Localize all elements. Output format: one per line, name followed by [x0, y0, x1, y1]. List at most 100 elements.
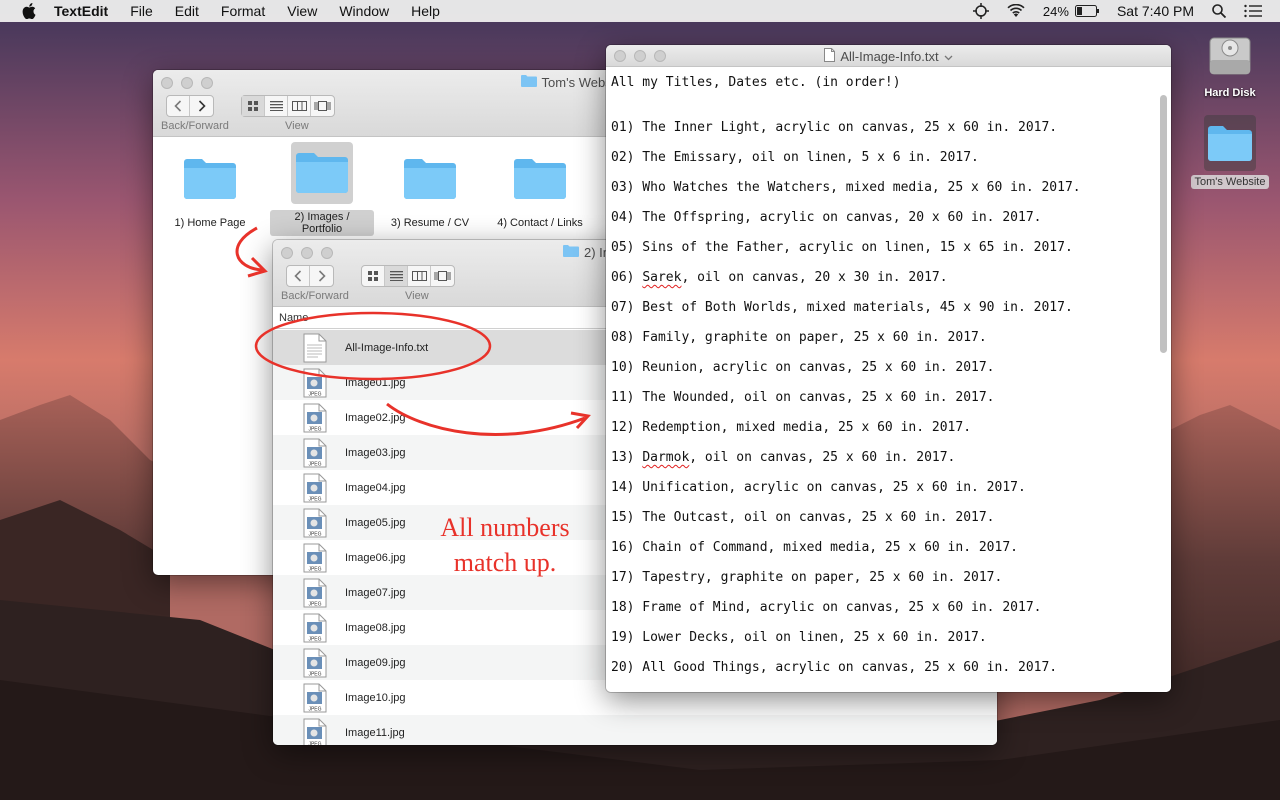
- jpeg-file-icon: JPEG: [303, 508, 327, 541]
- menu-help[interactable]: Help: [411, 3, 440, 19]
- folder-icon: [291, 142, 353, 204]
- folder-icon: [520, 74, 537, 90]
- svg-text:JPEG: JPEG: [308, 637, 321, 643]
- textedit-window: All-Image-Info.txt All my Titles, Dates …: [606, 45, 1171, 692]
- menu-format[interactable]: Format: [221, 3, 265, 19]
- document-line: 05) Sins of the Father, acrylic on linen…: [611, 240, 1073, 255]
- document-line: 02) The Emissary, oil on linen, 5 x 6 in…: [611, 150, 979, 165]
- hard-disk-icon: [1190, 30, 1270, 83]
- back-forward-control: [166, 95, 214, 117]
- annotation-line-2: match up.: [453, 548, 557, 577]
- battery-percent: 24%: [1042, 3, 1069, 19]
- document-line: 04) The Offspring, acrylic on canvas, 20…: [611, 210, 1042, 225]
- vertical-scrollbar[interactable]: [1160, 95, 1167, 353]
- window-title-text: All-Image-Info.txt: [840, 49, 939, 64]
- jpeg-file-icon: JPEG: [303, 578, 327, 611]
- folder-label: 4) Contact / Links: [497, 217, 583, 229]
- document-line: 20) All Good Things, acrylic on canvas, …: [611, 660, 1058, 675]
- gallery-view-button[interactable]: [431, 266, 454, 286]
- file-name: Image09.jpg: [345, 656, 406, 669]
- close-button[interactable]: [281, 247, 293, 259]
- list-view-button[interactable]: [385, 266, 408, 286]
- svg-text:JPEG: JPEG: [308, 462, 321, 468]
- document-line: 15) The Outcast, oil on canvas, 25 x 60 …: [611, 510, 995, 525]
- forward-button[interactable]: [190, 96, 213, 116]
- chevron-down-icon[interactable]: [944, 49, 953, 64]
- wifi-icon[interactable]: [1007, 4, 1025, 18]
- window-title[interactable]: All-Image-Info.txt: [606, 48, 1171, 65]
- menu-window[interactable]: Window: [339, 3, 389, 19]
- folder-icon: [509, 148, 571, 210]
- folder-home-page[interactable]: 1) Home Page: [160, 148, 260, 230]
- file-row[interactable]: JPEG Image11.jpg: [273, 715, 997, 745]
- desktop-icon-toms-website[interactable]: Tom's Website: [1190, 115, 1270, 190]
- view-caption: View: [405, 290, 429, 302]
- folder-icon: [1204, 115, 1256, 171]
- zoom-button[interactable]: [321, 247, 333, 259]
- svg-text:JPEG: JPEG: [308, 392, 321, 398]
- minimize-button[interactable]: [301, 247, 313, 259]
- menu-app-name[interactable]: TextEdit: [54, 3, 108, 19]
- back-button[interactable]: [167, 96, 190, 116]
- jpeg-file-icon: JPEG: [303, 718, 327, 745]
- column-view-button[interactable]: [408, 266, 431, 286]
- document-line: 06) Sarek, oil on canvas, 20 x 30 in. 20…: [611, 270, 948, 285]
- menu-file[interactable]: File: [130, 3, 153, 19]
- jpeg-file-icon: JPEG: [303, 438, 327, 471]
- folder-contact-links[interactable]: 4) Contact / Links: [490, 148, 590, 230]
- jpeg-file-icon: JPEG: [303, 543, 327, 576]
- misspelled-word: Darmok: [642, 450, 690, 465]
- notification-center-icon[interactable]: [1244, 4, 1262, 18]
- icon-view-button[interactable]: [242, 96, 265, 116]
- svg-text:JPEG: JPEG: [308, 707, 321, 713]
- gallery-view-button[interactable]: [311, 96, 334, 116]
- document-line: 01) The Inner Light, acrylic on canvas, …: [611, 120, 1058, 135]
- document-line: 14) Unification, acrylic on canvas, 25 x…: [611, 480, 1026, 495]
- file-name: Image11.jpg: [345, 726, 405, 739]
- file-name: All-Image-Info.txt: [345, 341, 429, 354]
- document-line: 16) Chain of Command, mixed media, 25 x …: [611, 540, 1018, 555]
- forward-button[interactable]: [310, 266, 333, 286]
- menu-edit[interactable]: Edit: [175, 3, 199, 19]
- menubar-clock[interactable]: Sat 7:40 PM: [1117, 3, 1194, 19]
- accessibility-icon[interactable]: [972, 3, 989, 19]
- folder-resume-cv[interactable]: 3) Resume / CV: [380, 148, 480, 230]
- document-line: 12) Redemption, mixed media, 25 x 60 in.…: [611, 420, 972, 435]
- svg-text:JPEG: JPEG: [308, 602, 321, 608]
- back-forward-control: [286, 265, 334, 287]
- spotlight-search-icon[interactable]: [1212, 4, 1226, 18]
- desktop-icon-label: Tom's Website: [1190, 175, 1270, 189]
- view-mode-control: [361, 265, 455, 287]
- document-line: 17) Tapestry, graphite on paper, 25 x 60…: [611, 570, 1003, 585]
- document-line: 03) Who Watches the Watchers, mixed medi…: [611, 180, 1081, 195]
- apple-menu-icon[interactable]: [22, 3, 38, 19]
- menu-view[interactable]: View: [287, 3, 317, 19]
- folder-icon: [563, 244, 579, 260]
- file-name: Image07.jpg: [345, 586, 406, 599]
- desktop-icon-label: Hard Disk: [1204, 87, 1256, 99]
- view-mode-control: [241, 95, 335, 117]
- file-name: Image06.jpg: [345, 551, 406, 564]
- list-view-button[interactable]: [265, 96, 288, 116]
- jpeg-file-icon: JPEG: [303, 613, 327, 646]
- column-view-button[interactable]: [288, 96, 311, 116]
- file-name: Image05.jpg: [345, 516, 406, 529]
- file-name: Image10.jpg: [345, 691, 406, 704]
- document-lines: 01) The Inner Light, acrylic on canvas, …: [611, 120, 1171, 690]
- document-line: 13) Darmok, oil on canvas, 25 x 60 in. 2…: [611, 450, 956, 465]
- menu-bar: TextEdit File Edit Format View Window He…: [0, 0, 1280, 22]
- folder-icon: [179, 148, 241, 210]
- icon-view-button[interactable]: [362, 266, 385, 286]
- view-caption: View: [285, 120, 309, 132]
- folder-images-portfolio[interactable]: 2) Images / Portfolio: [270, 142, 374, 236]
- folder-label: 2) Images / Portfolio: [270, 210, 374, 236]
- back-button[interactable]: [287, 266, 310, 286]
- jpeg-file-icon: JPEG: [303, 648, 327, 681]
- text-editor-area[interactable]: All my Titles, Dates etc. (in order!) 01…: [606, 67, 1171, 692]
- desktop-icon-hard-disk[interactable]: Hard Disk: [1190, 30, 1270, 99]
- misspelled-word: Sarek: [642, 270, 682, 285]
- file-name: Image01.jpg: [345, 376, 406, 389]
- svg-text:JPEG: JPEG: [308, 497, 321, 503]
- svg-text:JPEG: JPEG: [308, 427, 321, 433]
- battery-icon[interactable]: [1074, 5, 1099, 17]
